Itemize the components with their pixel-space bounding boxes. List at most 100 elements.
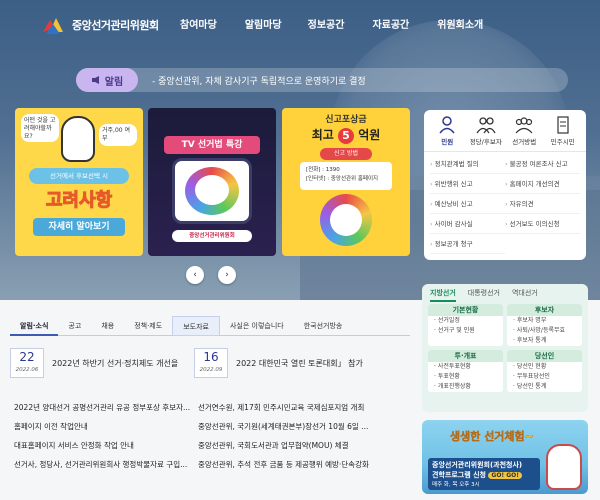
tab-fact-check[interactable]: 사실은 이렇습니다 (220, 316, 294, 336)
featured-news-right[interactable]: 16 2022.09 2022 대한민국 열린 토론대회」 참가 (194, 348, 363, 378)
tab-local-election[interactable]: 지방선거 (430, 288, 456, 302)
quick-link[interactable]: 자유의견 (505, 194, 580, 214)
date-badge: 22 2022.06 (10, 348, 44, 378)
promo-line: 견학프로그램 신청 GO! GO! (432, 470, 536, 480)
mascot-character (546, 444, 582, 490)
tab-policy[interactable]: 정책·제도 (124, 316, 172, 336)
group-icon (515, 117, 533, 134)
news-tabs: 알림·소식 공고 채용 정책·제도 보도자료 사실은 이렇습니다 한국선거방송 (10, 316, 410, 336)
prev-slide-button[interactable]: ‹ (186, 266, 204, 284)
banner-considerations[interactable]: 어떤 것을 고려해야할까요? 거주,00 여부 선거에서 후보선택 시 고려사항… (15, 108, 143, 256)
featured-title[interactable]: 2022년 하반기 선거·정치제도 개선을 (52, 358, 178, 369)
group-link[interactable]: 사전투표현황 (428, 362, 503, 372)
election-info-panel: 지방선거 대통령선거 역대선거 기본현황 선거일정 선거구 및 인원 후보자 후… (422, 284, 588, 412)
main-nav: 참여마당 알림마당 정보공간 자료공간 위원회소개 (180, 16, 511, 31)
tab-civil[interactable]: 민원 (429, 116, 465, 151)
quick-link[interactable]: 사이버 감사실 (430, 214, 505, 234)
date-day: 22 (19, 350, 35, 364)
tab-recruitment[interactable]: 채용 (91, 316, 124, 336)
group-link[interactable]: 개표진행상황 (428, 382, 503, 392)
report-method-box: [전화] : 1390 [인터넷] : 중앙선관위 홈페이지 (300, 162, 392, 190)
tab-label: 민주시민 (550, 138, 575, 146)
featured-news-left[interactable]: 22 2022.06 2022년 하반기 선거·정치제도 개선을 (10, 348, 178, 378)
group-voting-counting: 투·개표 사전투표현황 투표현황 개표진행상황 (428, 350, 503, 392)
tab-announcement[interactable]: 공고 (58, 316, 91, 336)
quick-link[interactable]: 정치관계법 질의 (430, 154, 505, 174)
group-link[interactable]: 사퇴/사망/등록무효 (507, 326, 582, 336)
list-item[interactable]: 선거연수원, 제17회 민주시민교육 국제심포지엄 개최 (198, 398, 408, 417)
news-list-right: 선거연수원, 제17회 민주시민교육 국제심포지엄 개최 중앙선관위, 국기원(… (198, 398, 408, 474)
list-item[interactable]: 중앙선관위, 추석 전후 금품 등 제공행위 예방·단속강화 (198, 455, 408, 474)
person-icon (439, 116, 455, 134)
quick-link[interactable]: 선거보도 이의신청 (505, 214, 580, 234)
tab-label: 정당/후보자 (469, 138, 502, 146)
tour-promo-banner[interactable]: 생생한 선거체험~ 중앙선거관리위원회(과천청사) 견학프로그램 신청 GO! … (422, 420, 588, 494)
banner-tv-lecture[interactable]: TV 선거법 특강 중앙선거관리위원회 (148, 108, 276, 256)
nav-participation[interactable]: 참여마당 (180, 16, 217, 31)
title-suffix: 억원 (358, 128, 381, 142)
learn-more-button[interactable]: 자세히 알아보기 (33, 218, 125, 236)
top-navigation: 중앙선거관리위원회 참여마당 알림마당 정보공간 자료공간 위원회소개 (0, 0, 600, 50)
quick-menu-tabs: 민원 정당/후보자 선거방법 민주시민 (424, 110, 586, 152)
alert-bar[interactable]: 알림 - 중앙선관위, 자체 감사기구 독립적으로 운영하기로 결정 (76, 68, 568, 92)
nav-about[interactable]: 위원회소개 (437, 16, 483, 31)
title-number: 5 (338, 128, 354, 144)
date-day: 16 (203, 350, 219, 364)
tab-press-release[interactable]: 보도자료 (172, 316, 220, 336)
group-link[interactable]: 투표현황 (428, 372, 503, 382)
group-link[interactable]: 당선인 현황 (507, 362, 582, 372)
group-title: 기본현황 (428, 304, 503, 316)
list-item[interactable]: 선거사, 정당사, 선거관리위원회사 행정박물자료 구입... (14, 455, 204, 474)
quick-link[interactable]: 홈페이지 개선의견 (505, 174, 580, 194)
banner-reward[interactable]: 신고포상금 최고 5 억원 신고 방법 [전화] : 1390 [인터넷] : … (282, 108, 410, 256)
site-logo[interactable]: 중앙선거관리위원회 (40, 12, 159, 38)
tab-past-elections[interactable]: 역대선거 (512, 288, 538, 302)
quick-menu-panel: 민원 정당/후보자 선거방법 민주시민 정치관계법 질의 불공정 여론조사 신고… (424, 110, 586, 260)
logo-mark-icon (43, 18, 63, 34)
report-method-label: 신고 방법 (320, 148, 372, 160)
list-item[interactable]: 중앙선관위, 국기원(세계태권본부)장선거 10월 6일 ... (198, 417, 408, 436)
date-month: 2022.06 (15, 367, 39, 373)
tab-presidential-election[interactable]: 대통령선거 (468, 288, 500, 302)
list-item[interactable]: 중앙선관위, 국회도서관과 업무협약(MOU) 체결 (198, 436, 408, 455)
date-badge: 16 2022.09 (194, 348, 228, 378)
group-link[interactable]: 선거일정 (428, 316, 503, 326)
quick-link[interactable]: 위반행위 신고 (430, 174, 505, 194)
tab-election-method[interactable]: 선거방법 (506, 116, 542, 151)
tab-label: 선거방법 (512, 138, 537, 146)
group-candidates: 후보자 후보자 명부 사퇴/사망/등록무효 후보자 통계 (507, 304, 582, 346)
group-link[interactable]: 후보자 통계 (507, 336, 582, 346)
internet-line: [인터넷] : 중앙선관위 홈페이지 (306, 176, 379, 182)
news-list-left: 2022년 양대선거 공명선거관리 유공 정부포상 후보자... 홈페이지 이전… (14, 398, 204, 474)
group-link[interactable]: 당선인 통계 (507, 382, 582, 392)
group-link[interactable]: 선거구 및 인원 (428, 326, 503, 336)
quick-link[interactable]: 불공정 여론조사 신고 (505, 154, 580, 174)
promo-schedule: 매주 화, 목 오후 3시 (432, 482, 480, 488)
tab-election-broadcast[interactable]: 한국선거방송 (294, 316, 353, 336)
list-item[interactable]: 대표홈페이지 서비스 안정화 작업 안내 (14, 436, 204, 455)
banner-title: 고려사항 (45, 190, 113, 212)
list-item[interactable]: 2022년 양대선거 공명선거관리 유공 정부포상 후보자... (14, 398, 204, 417)
banner-title: 최고 5 억원 (282, 126, 410, 144)
mascot-character (61, 116, 95, 162)
quick-link[interactable]: 예산낭비 신고 (430, 194, 505, 214)
nav-resources[interactable]: 자료공간 (372, 16, 409, 31)
promo-line: 중앙선거관리위원회(과천청사) (432, 461, 523, 469)
nav-info[interactable]: 정보공간 (308, 16, 345, 31)
promo-line-text: 견학프로그램 신청 (432, 471, 486, 479)
megaphone-icon (91, 76, 99, 84)
alert-pill: 알림 (76, 68, 138, 92)
list-item[interactable]: 홈페이지 이전 작업안내 (14, 417, 204, 436)
tab-democratic-citizen[interactable]: 민주시민 (545, 116, 581, 151)
nav-notice[interactable]: 알림마당 (245, 16, 282, 31)
group-link[interactable]: 무투표당선인 (507, 372, 582, 382)
featured-title[interactable]: 2022 대한민국 열린 토론대회」 참가 (236, 358, 363, 369)
group-link[interactable]: 후보자 명부 (507, 316, 582, 326)
quick-link[interactable]: 정보공개 청구 (430, 234, 505, 254)
tab-notice-news[interactable]: 알림·소식 (10, 316, 59, 336)
people-icon (476, 117, 496, 134)
promo-title: 생생한 선거체험~ (450, 430, 534, 443)
alert-message[interactable]: - 중앙선관위, 자체 감사기구 독립적으로 운영하기로 결정 (152, 74, 366, 87)
tab-party-candidate[interactable]: 정당/후보자 (468, 116, 504, 151)
next-slide-button[interactable]: › (218, 266, 236, 284)
